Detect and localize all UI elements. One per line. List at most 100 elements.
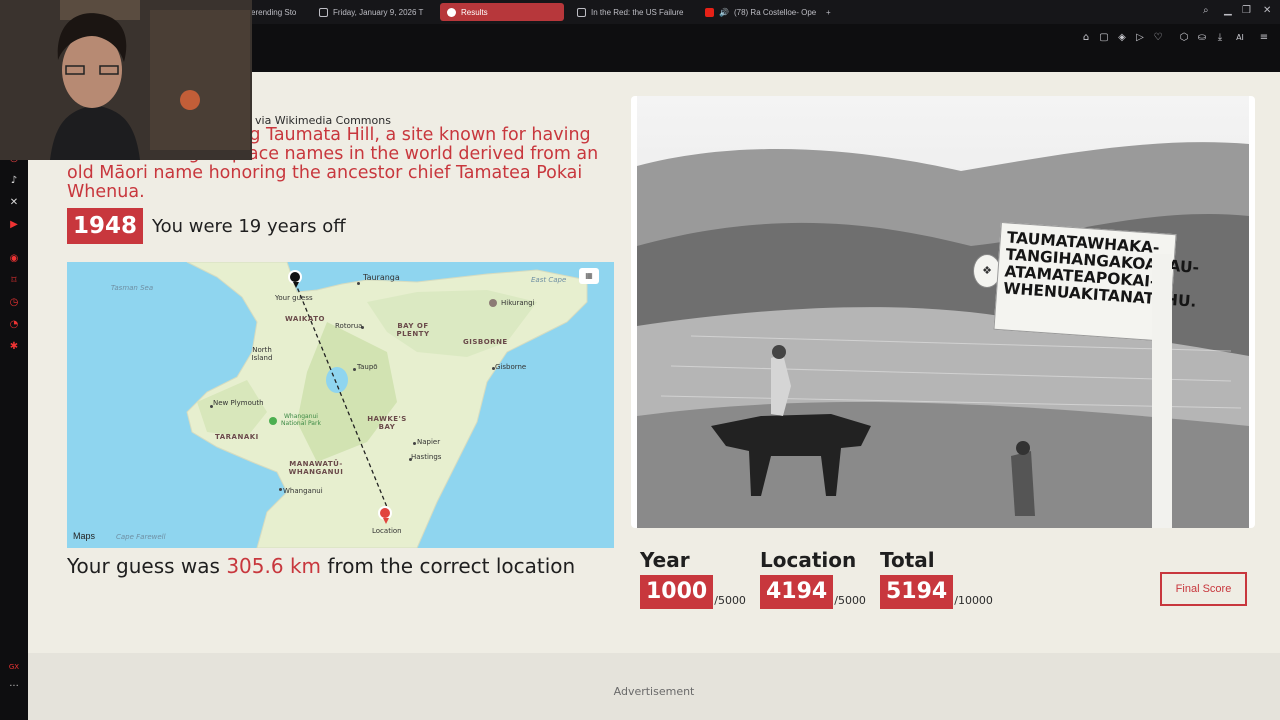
pin-icon[interactable]: ⌂ — [1080, 32, 1092, 44]
screenshot-icon[interactable]: ▢ — [1098, 32, 1110, 44]
advertisement-slot: Advertisement — [28, 653, 1280, 720]
label-waikato: WAIKATO — [285, 315, 325, 323]
label-tasman-sea: Tasman Sea — [110, 284, 154, 292]
document-icon — [577, 7, 586, 17]
label-hastings: Hastings — [411, 453, 442, 461]
plus-icon: + — [826, 7, 831, 17]
bookmark-icon[interactable]: ⌑ — [7, 274, 21, 288]
label-hikurangi: Hikurangi — [501, 299, 535, 307]
label-bay-of-plenty: BAY OF PLENTY — [396, 322, 430, 338]
city-dot — [413, 442, 416, 445]
shield-icon[interactable]: ◈ — [1116, 32, 1128, 44]
label-new-plymouth: New Plymouth — [213, 399, 264, 407]
sign-post — [1152, 254, 1172, 528]
tab-youtube[interactable]: 🔊 (78) Ra Costelloe- Ope — [698, 3, 820, 21]
score-max: /10000 — [954, 594, 993, 607]
distance-value: 305.6 km — [226, 554, 322, 578]
globe-icon — [447, 7, 456, 17]
city-dot — [357, 282, 360, 285]
youtube-icon[interactable]: ▶ — [7, 218, 21, 232]
result-map[interactable]: Tasman Sea Your guess Tauranga East Cape… — [67, 262, 614, 548]
location-score: Location 4194 /5000 — [760, 548, 866, 609]
label-manawatu: MANAWATŪ-WHANGANUI — [288, 460, 344, 476]
advertisement-label: Advertisement — [613, 685, 695, 698]
label-napier: Napier — [417, 438, 441, 446]
label-your-guess: Your guess — [275, 294, 313, 302]
guess-pin-icon — [288, 270, 302, 288]
label-east-cape: East Cape — [531, 276, 567, 284]
label-cape-farewell: Cape Farewell — [116, 533, 166, 541]
label-whanganui-park: Whanganui National Park — [281, 413, 321, 427]
year-difference: You were 19 years off — [152, 215, 346, 237]
webcam-feed — [0, 0, 252, 160]
historic-photo: ❖ TAUMATAWHAKA- TANGIHANGAKOAUAU- ATAMAT… — [631, 96, 1255, 528]
score-max: /5000 — [834, 594, 866, 607]
tiktok-icon[interactable]: ♪ — [7, 174, 21, 188]
distance-suffix: from the correct location — [321, 554, 576, 578]
park-icon — [269, 417, 277, 425]
maps-brand-label: Maps — [73, 531, 96, 541]
tab-label: Results — [461, 7, 488, 17]
speaker-icon: 🔊 — [719, 7, 729, 17]
settings-icon[interactable]: ✱ — [7, 340, 21, 354]
tab-in-the-red[interactable]: In the Red: the US Failure — [570, 3, 692, 21]
label-north-island: North Island — [251, 346, 273, 362]
city-dot — [279, 488, 282, 491]
tab-friday[interactable]: Friday, January 9, 2026 T — [312, 3, 434, 21]
final-score-button[interactable]: Final Score — [1160, 572, 1247, 606]
more-icon[interactable]: ··· — [7, 680, 21, 694]
tab-label: Friday, January 9, 2026 T — [333, 7, 424, 17]
city-dot — [353, 368, 356, 371]
tab-trending[interactable]: erending Sto — [244, 3, 306, 21]
score-label: Location — [760, 548, 857, 572]
year-result: 1948 You were 19 years off — [67, 208, 346, 244]
answer-pin-icon — [378, 506, 392, 524]
label-whanganui: Whanganui — [283, 487, 323, 495]
download-icon[interactable]: ⤓ — [1214, 32, 1226, 44]
chat-icon[interactable]: ◔ — [7, 318, 21, 332]
score-label: Total — [880, 548, 935, 572]
score-value: 1000 — [640, 575, 714, 609]
music-icon[interactable]: ◉ — [7, 252, 21, 266]
extensions-icon[interactable]: ⬡ — [1178, 32, 1190, 44]
mountain-icon — [489, 299, 497, 307]
score-label: Year — [640, 548, 690, 572]
heart-icon[interactable]: ♡ — [1152, 32, 1164, 44]
label-rotorua: Rotorua — [335, 322, 363, 330]
tab-label: (78) Ra Costelloe- Ope — [733, 7, 817, 17]
label-taranaki: TARANAKI — [215, 433, 259, 441]
youtube-icon — [705, 7, 714, 17]
total-score: Total 5194 /10000 — [880, 548, 993, 609]
webcam-overlay — [0, 0, 252, 160]
play-icon[interactable]: ▷ — [1134, 32, 1146, 44]
distance-result: Your guess was 305.6 km from the correct… — [67, 554, 575, 578]
tab-label: In the Red: the US Failure — [591, 7, 684, 17]
new-tab-button[interactable]: + — [822, 3, 840, 21]
wallet-icon[interactable]: ⛀ — [1196, 32, 1208, 44]
label-gisborne: Gisborne — [495, 363, 527, 371]
restore-icon[interactable]: ❐ — [1242, 5, 1251, 17]
place-name-sign: TAUMATAWHAKA- TANGIHANGAKOAUAU- ATAMATEA… — [993, 221, 1200, 343]
year-badge: 1948 — [67, 208, 144, 244]
calendar-icon — [319, 7, 328, 17]
tab-results[interactable]: Results — [440, 3, 564, 21]
search-icon[interactable]: ⌕ — [1203, 5, 1209, 17]
score-value: 5194 — [880, 575, 954, 609]
label-hawkes-bay: HAWKE'S BAY — [367, 415, 407, 431]
tab-label: erending Sto — [251, 7, 297, 17]
results-page: via Wikimedia Commons beside a sign mark… — [28, 72, 1280, 720]
x-icon[interactable]: ✕ — [7, 196, 21, 210]
label-taupo: Taupō — [357, 363, 378, 371]
map-type-icon[interactable]: ▦ — [579, 268, 599, 284]
minimize-icon[interactable]: ▁ — [1224, 5, 1232, 17]
ai-button[interactable]: AI — [1232, 32, 1248, 44]
label-location: Location — [372, 527, 402, 535]
close-icon[interactable]: ✕ — [1263, 5, 1271, 17]
gx-icon[interactable]: GX — [7, 660, 21, 674]
maps-brand: Maps — [73, 531, 95, 541]
score-max: /5000 — [714, 594, 746, 607]
label-tauranga: Tauranga — [363, 273, 400, 282]
history-icon[interactable]: ◷ — [7, 296, 21, 310]
year-score: Year 1000 /5000 — [640, 548, 746, 609]
menu-icon[interactable]: ≡ — [1258, 32, 1270, 44]
